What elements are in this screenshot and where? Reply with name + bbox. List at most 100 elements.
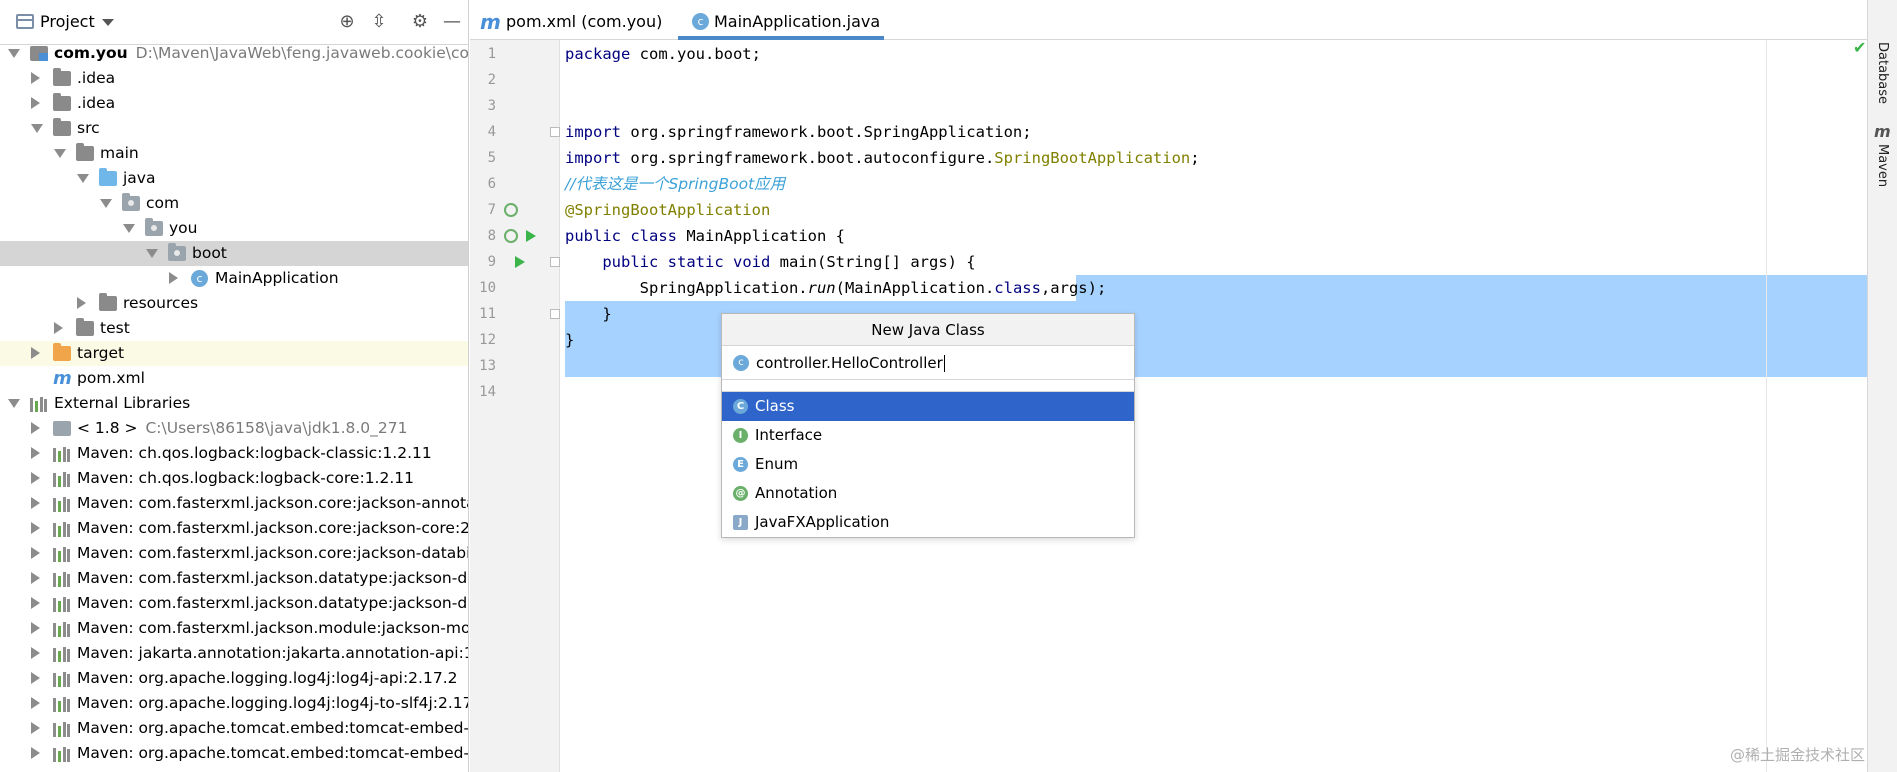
- collapsed-arrow-icon[interactable]: [31, 747, 40, 759]
- expanded-arrow-icon[interactable]: [8, 49, 20, 58]
- tree-item[interactable]: Maven: jakarta.annotation:jakarta.annota…: [0, 641, 468, 666]
- expanded-arrow-icon[interactable]: [123, 224, 135, 233]
- code-line[interactable]: import org.springframework.boot.autoconf…: [565, 145, 1200, 171]
- tree-item[interactable]: main: [0, 141, 468, 166]
- project-view-selector[interactable]: Project: [40, 12, 95, 31]
- tree-item[interactable]: resources: [0, 291, 468, 316]
- folder-icon: [76, 143, 94, 161]
- expanded-arrow-icon[interactable]: [146, 249, 158, 258]
- code-line[interactable]: }: [565, 327, 574, 353]
- kind-option-class[interactable]: C Class: [722, 392, 1134, 421]
- locate-file-icon[interactable]: ⊕: [336, 11, 358, 33]
- fold-marker-icon[interactable]: [550, 127, 560, 137]
- code-line[interactable]: import org.springframework.boot.SpringAp…: [565, 119, 1032, 145]
- expanded-arrow-icon[interactable]: [100, 199, 112, 208]
- collapsed-arrow-icon[interactable]: [31, 597, 40, 609]
- tree-item[interactable]: < 1.8 > C:\Users\86158\java\jdk1.8.0_271: [0, 416, 468, 441]
- collapsed-arrow-icon[interactable]: [31, 97, 40, 109]
- tab-main-application[interactable]: c MainApplication.java ✕: [678, 0, 884, 75]
- collapsed-arrow-icon[interactable]: [31, 647, 40, 659]
- tree-item[interactable]: java: [0, 166, 468, 191]
- collapsed-arrow-icon[interactable]: [31, 72, 40, 84]
- code-line[interactable]: //代表这是一个SpringBoot应用: [565, 171, 785, 197]
- chevron-down-icon[interactable]: [102, 19, 114, 26]
- tree-item[interactable]: m pom.xml: [0, 366, 468, 391]
- code-line[interactable]: @SpringBootApplication: [565, 197, 770, 223]
- expanded-arrow-icon[interactable]: [77, 174, 89, 183]
- database-tool-button[interactable]: Database: [1875, 42, 1890, 104]
- tree-item[interactable]: you: [0, 216, 468, 241]
- spring-bean-icon[interactable]: [504, 229, 518, 243]
- tree-item[interactable]: com.you D:\Maven\JavaWeb\feng.javaweb.coo…: [0, 41, 468, 66]
- collapse-all-icon[interactable]: ⇳: [368, 11, 390, 33]
- folder-icon: [53, 118, 71, 136]
- run-icon[interactable]: [515, 256, 525, 268]
- tree-item[interactable]: Maven: ch.qos.logback:logback-classic:1.…: [0, 441, 468, 466]
- tree-item[interactable]: src: [0, 116, 468, 141]
- expanded-arrow-icon[interactable]: [54, 149, 66, 158]
- tree-item[interactable]: Maven: org.apache.logging.log4j:log4j-to…: [0, 691, 469, 716]
- kind-option-interface[interactable]: I Interface: [722, 421, 1134, 450]
- run-icon[interactable]: [526, 230, 536, 242]
- tree-item[interactable]: Maven: com.fasterxml.jackson.core:jackso…: [0, 491, 468, 516]
- hide-panel-icon[interactable]: —: [441, 11, 463, 33]
- collapsed-arrow-icon[interactable]: [31, 622, 40, 634]
- tree-item[interactable]: boot: [0, 241, 468, 266]
- collapsed-arrow-icon[interactable]: [31, 522, 40, 534]
- kind-option-javafx[interactable]: J JavaFXApplication: [722, 508, 1134, 537]
- tree-item[interactable]: Maven: com.fasterxml.jackson.core:jackso…: [0, 541, 468, 566]
- tree-item[interactable]: External Libraries: [0, 391, 468, 416]
- maven-tool-button[interactable]: Maven: [1875, 144, 1890, 187]
- tree-item[interactable]: target: [0, 341, 468, 366]
- collapsed-arrow-icon[interactable]: [31, 547, 40, 559]
- text-selection: [1076, 275, 1867, 301]
- kind-option-enum[interactable]: E Enum: [722, 450, 1134, 479]
- inspection-ok-icon[interactable]: ✔: [1853, 38, 1866, 57]
- collapsed-arrow-icon[interactable]: [31, 722, 40, 734]
- code-line[interactable]: package com.you.boot;: [565, 41, 761, 67]
- tree-item[interactable]: Maven: com.fasterxml.jackson.datatype:ja…: [0, 591, 468, 616]
- editor-gutter[interactable]: 1 2 3 4 5 6 7 8 9 10 11 12 13 14: [470, 40, 560, 772]
- maven-icon[interactable]: m: [1874, 122, 1891, 141]
- code-line[interactable]: SpringApplication.run(MainApplication.cl…: [565, 275, 1107, 301]
- tree-item[interactable]: Maven: org.apache.tomcat.embed:tomcat-em…: [0, 741, 468, 766]
- tree-item[interactable]: .idea: [0, 66, 468, 91]
- collapsed-arrow-icon[interactable]: [54, 322, 63, 334]
- tree-item[interactable]: Maven: ch.qos.logback:logback-core:1.2.1…: [0, 466, 468, 491]
- collapsed-arrow-icon[interactable]: [31, 347, 40, 359]
- collapsed-arrow-icon[interactable]: [31, 447, 40, 459]
- line-number: 9: [487, 254, 496, 270]
- collapsed-arrow-icon[interactable]: [77, 297, 86, 309]
- class-name-input[interactable]: c controller.HelloController: [722, 346, 1134, 380]
- tab-pom-xml[interactable]: m pom.xml (com.you) ✕: [470, 0, 674, 75]
- tree-item[interactable]: c MainApplication: [0, 266, 468, 291]
- code-line[interactable]: public static void main(String[] args) {: [565, 249, 975, 275]
- tree-item[interactable]: Maven: org.apache.tomcat.embed:tomcat-em…: [0, 716, 468, 741]
- collapsed-arrow-icon[interactable]: [31, 672, 40, 684]
- expanded-arrow-icon[interactable]: [31, 124, 43, 133]
- collapsed-arrow-icon[interactable]: [169, 272, 178, 284]
- tree-item[interactable]: Maven: com.fasterxml.jackson.module:jack…: [0, 616, 468, 641]
- tree-item[interactable]: Maven: org.apache.logging.log4j:log4j-ap…: [0, 666, 468, 691]
- class-name-value[interactable]: controller.HelloController: [756, 346, 945, 380]
- code-line[interactable]: }: [565, 301, 611, 327]
- fold-marker-icon[interactable]: [550, 309, 560, 319]
- kind-option-annotation[interactable]: @ Annotation: [722, 479, 1134, 508]
- expanded-arrow-icon[interactable]: [8, 399, 20, 408]
- tree-item-label: Maven: org.apache.logging.log4j:log4j-to…: [77, 694, 469, 712]
- code-line[interactable]: public class MainApplication {: [565, 223, 845, 249]
- tree-item[interactable]: .idea: [0, 91, 468, 116]
- collapsed-arrow-icon[interactable]: [31, 422, 40, 434]
- collapsed-arrow-icon[interactable]: [31, 697, 40, 709]
- tree-item[interactable]: com: [0, 191, 468, 216]
- collapsed-arrow-icon[interactable]: [31, 572, 40, 584]
- fold-marker-icon[interactable]: [550, 257, 560, 267]
- spring-bean-icon[interactable]: [504, 203, 518, 217]
- gear-icon[interactable]: ⚙: [409, 11, 431, 33]
- tree-item[interactable]: test: [0, 316, 468, 341]
- collapsed-arrow-icon[interactable]: [31, 472, 40, 484]
- collapsed-arrow-icon[interactable]: [31, 497, 40, 509]
- tree-item[interactable]: Maven: com.fasterxml.jackson.datatype:ja…: [0, 566, 468, 591]
- line-number: 2: [487, 72, 496, 88]
- tree-item[interactable]: Maven: com.fasterxml.jackson.core:jackso…: [0, 516, 468, 541]
